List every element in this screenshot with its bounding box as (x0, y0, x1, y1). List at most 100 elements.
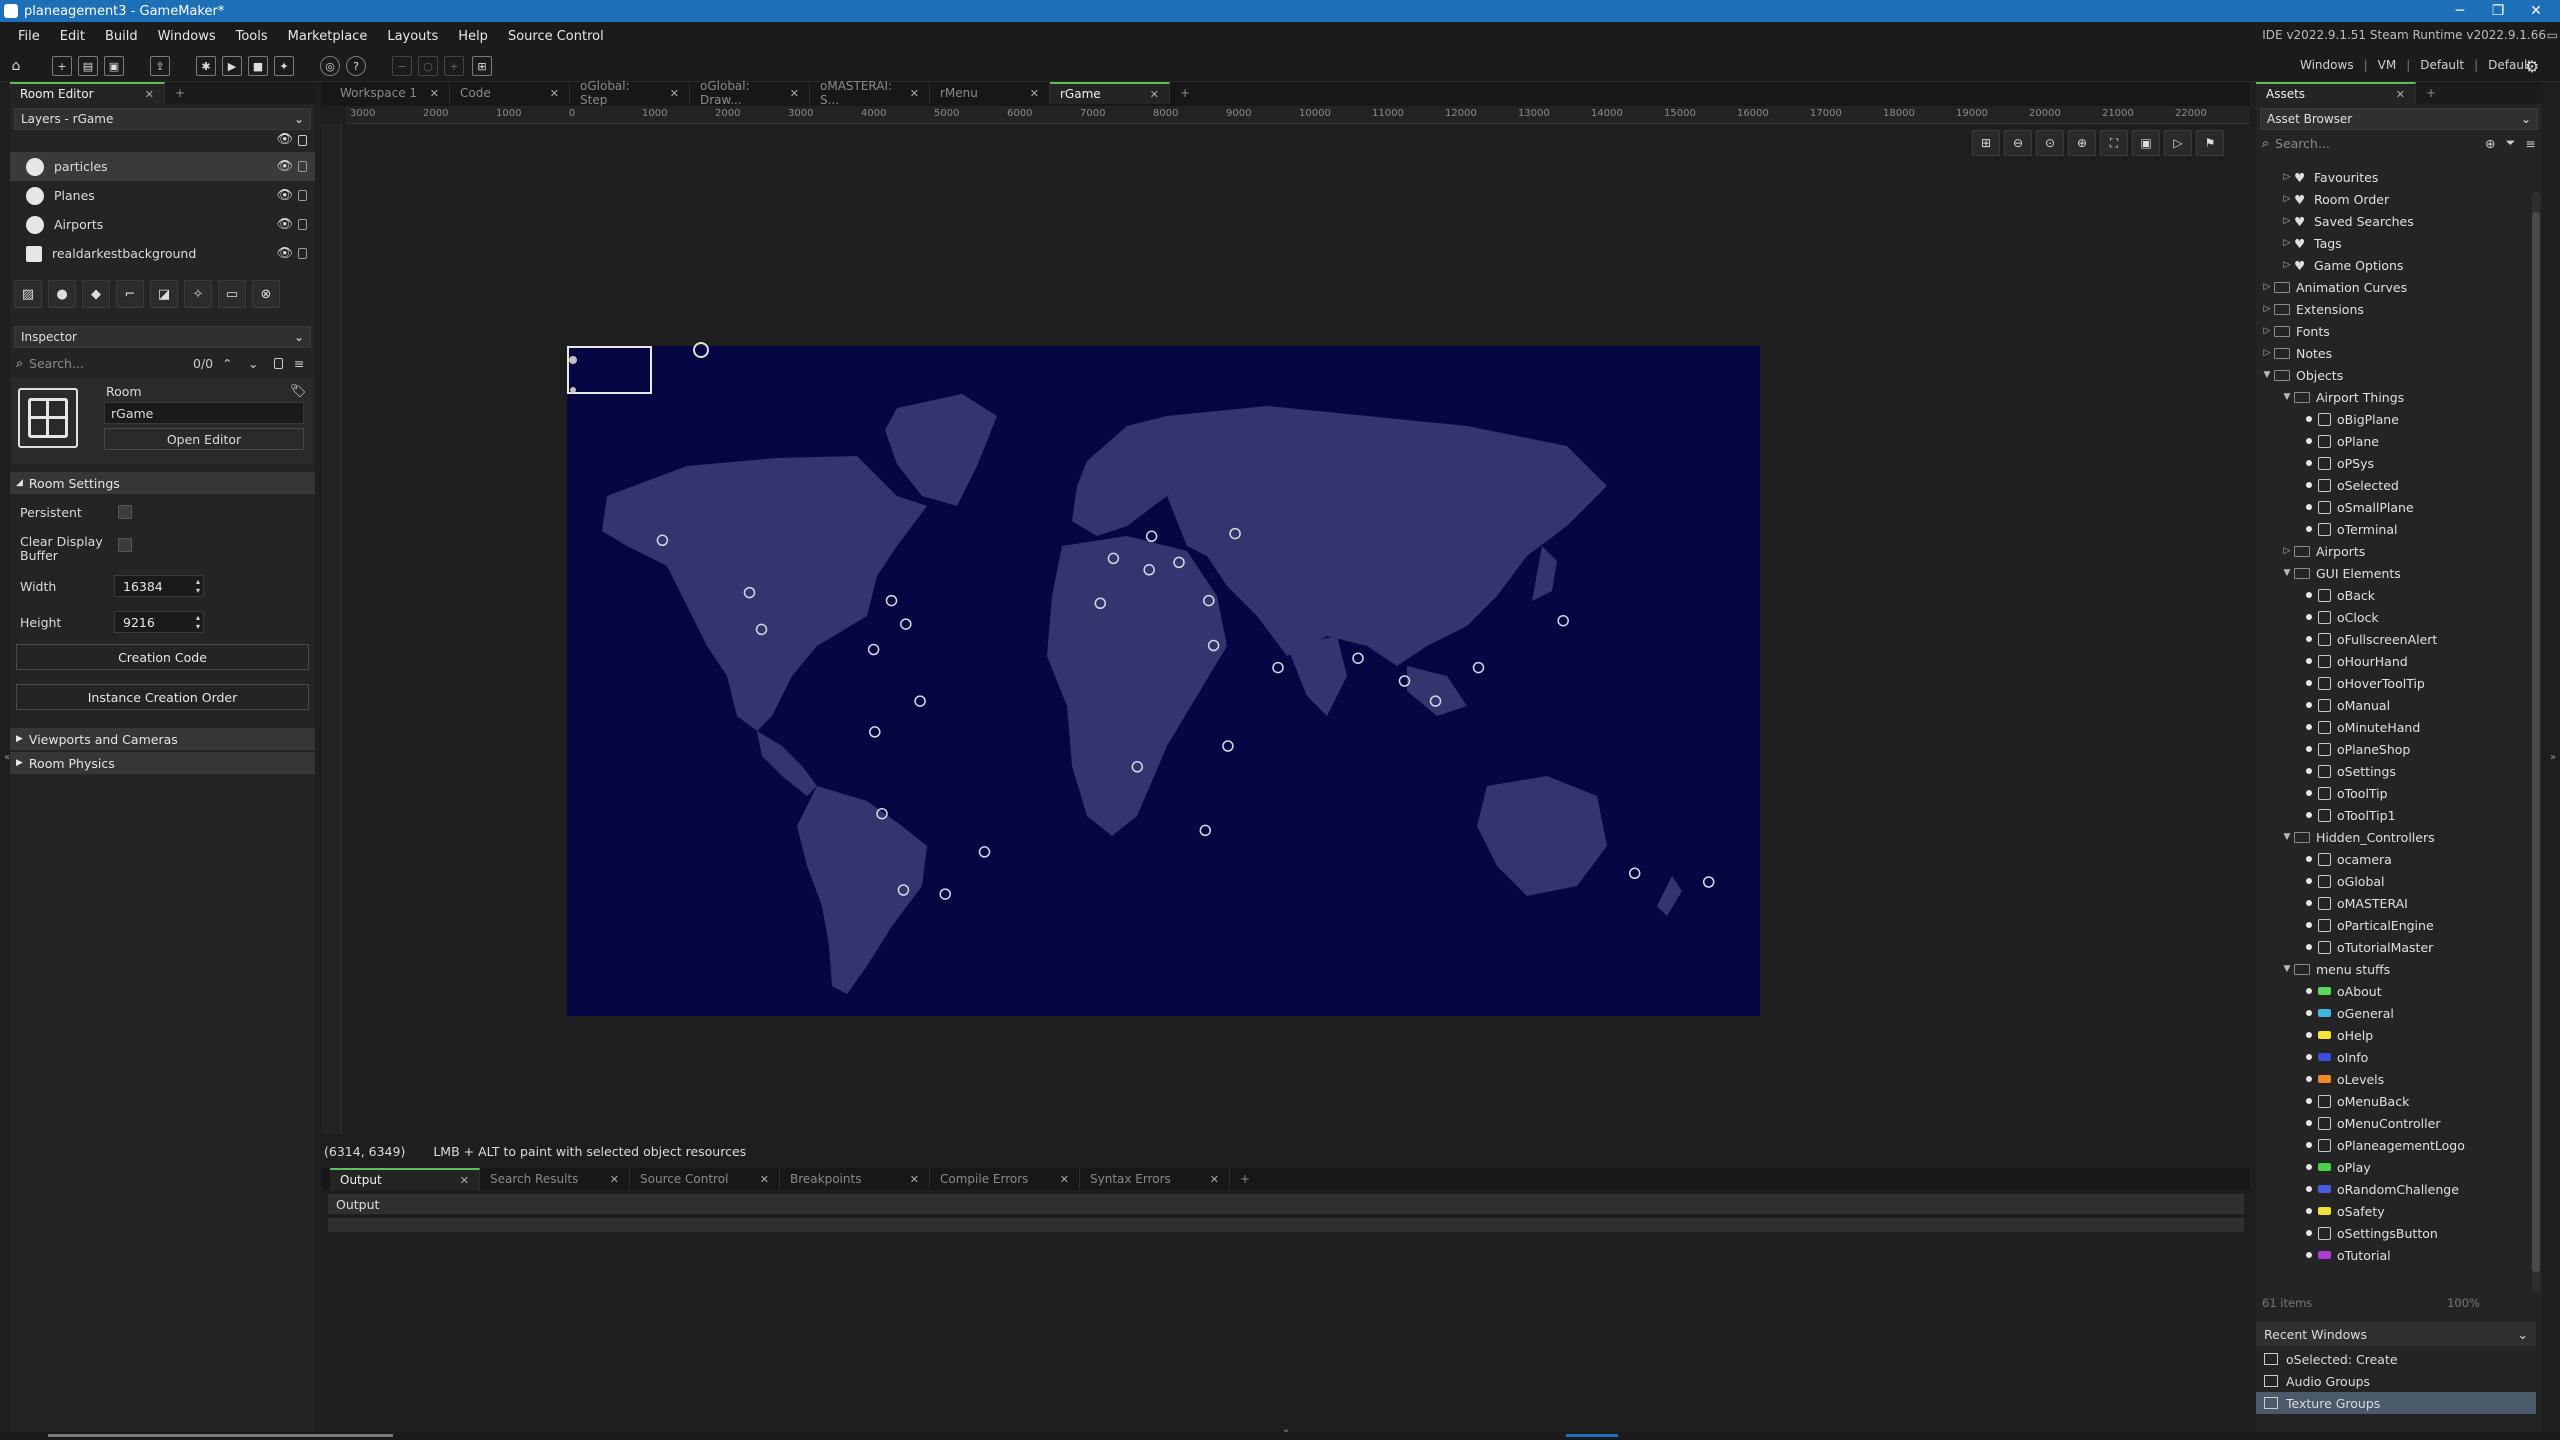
asset-object[interactable]: oPSys (2256, 452, 2536, 474)
asset-scrollbar-thumb[interactable] (2532, 212, 2540, 1272)
add-instance-layer-icon[interactable]: ● (48, 280, 76, 308)
tab-compile-errors[interactable]: Compile Errors ✕ (930, 1168, 1080, 1190)
tab-room-editor[interactable]: Room Editor ✕ (10, 82, 165, 104)
inspector-dropdown[interactable]: Inspector ⌄ (14, 326, 311, 348)
tab-search-results[interactable]: Search Results ✕ (480, 1168, 630, 1190)
asset-folder[interactable]: ▼ Airport Things (2256, 386, 2536, 408)
menu-layouts[interactable]: Layouts (377, 29, 448, 44)
menu-marketplace[interactable]: Marketplace (278, 29, 378, 44)
add-tab-icon[interactable]: + (165, 82, 195, 104)
airport-instance[interactable] (1145, 530, 1158, 543)
close-tab-icon[interactable]: ✕ (670, 87, 679, 100)
zoom-reset-icon[interactable]: ○ (418, 56, 438, 76)
airport-instance[interactable] (978, 846, 991, 858)
add-asset-icon[interactable]: ⊕ (2485, 136, 2495, 151)
lock-icon[interactable] (274, 358, 283, 369)
menu-file[interactable]: File (8, 29, 50, 44)
recent-window-item[interactable]: Texture Groups (2256, 1392, 2536, 1414)
airport-instance[interactable] (1472, 661, 1485, 674)
asset-folder[interactable]: ▼ Hidden_Controllers (2256, 826, 2536, 848)
close-tab-icon[interactable]: ✕ (1210, 1173, 1219, 1186)
airport-instance[interactable] (900, 618, 912, 630)
eye-icon[interactable]: 👁 (276, 159, 293, 174)
asset-folder[interactable]: ▷ ♥ Tags (2256, 232, 2536, 254)
debug-icon[interactable]: ✱ (196, 56, 216, 76)
close-tab-icon[interactable]: ✕ (2396, 88, 2405, 101)
close-tab-icon[interactable]: ✕ (610, 1173, 619, 1186)
height-stepper-icon[interactable]: ▴ ▾ (196, 613, 200, 631)
search-prev-icon[interactable]: ⌃ (222, 356, 232, 371)
play-room-icon[interactable]: ▷ (2164, 130, 2192, 156)
menu-windows[interactable]: Windows (148, 29, 226, 44)
tab-oglobal-step[interactable]: oGlobal: Step ✕ (570, 79, 690, 107)
menu-tools[interactable]: Tools (226, 29, 278, 44)
asset-folder[interactable]: ▼ Objects (2256, 364, 2536, 386)
airport-instance[interactable] (885, 594, 898, 607)
help-icon[interactable]: ? (346, 56, 366, 76)
airport-instance[interactable] (1222, 740, 1234, 752)
tab-assets[interactable]: Assets ✕ (2256, 82, 2416, 104)
package-icon[interactable]: ⇪ (150, 56, 170, 76)
minimize-icon[interactable]: ─ (2440, 0, 2480, 22)
instance-marker[interactable] (569, 356, 577, 364)
airport-instance[interactable] (1702, 876, 1715, 888)
close-tab-icon[interactable]: ✕ (910, 87, 919, 100)
airport-instance[interactable] (867, 643, 880, 656)
zoom-out-icon[interactable]: ⊖ (2004, 130, 2032, 156)
asset-object[interactable]: oMinuteHand (2256, 716, 2536, 738)
menu-source-control[interactable]: Source Control (498, 29, 614, 44)
clear-display-checkbox[interactable] (118, 538, 132, 552)
close-tab-icon[interactable]: ✕ (1030, 87, 1039, 100)
asset-object[interactable]: oSmallPlane (2256, 496, 2536, 518)
grid-toggle-icon[interactable]: ⊞ (1972, 130, 2000, 156)
asset-object[interactable]: oFullscreenAlert (2256, 628, 2536, 650)
asset-object[interactable]: oTerminal (2256, 518, 2536, 540)
lock-icon[interactable] (298, 248, 307, 259)
asset-object[interactable]: oPlaneagementLogo (2256, 1134, 2536, 1156)
tab-omasterai-s[interactable]: oMASTERAI: S... ✕ (810, 79, 930, 107)
home-icon[interactable]: ⌂ (6, 56, 26, 76)
add-path-layer-icon[interactable]: ⌐ (116, 280, 144, 308)
collapse-left-icon[interactable]: « (4, 752, 10, 763)
width-stepper-icon[interactable]: ▴ ▾ (196, 577, 200, 595)
close-tab-icon[interactable]: ✕ (550, 87, 559, 100)
eye-icon[interactable]: 👁 (276, 188, 293, 203)
height-input[interactable]: 9216 (114, 611, 204, 633)
open-project-icon[interactable]: ▤ (78, 56, 98, 76)
tab-rmenu[interactable]: rMenu ✕ (930, 82, 1050, 104)
camera-viewport-rect[interactable] (567, 346, 652, 394)
expanded-icon[interactable]: ▼ (2280, 964, 2294, 974)
menu-build[interactable]: Build (95, 29, 148, 44)
lock-icon[interactable] (298, 161, 307, 172)
collapsed-icon[interactable]: ▷ (2280, 238, 2294, 248)
open-editor-button[interactable]: Open Editor (104, 428, 304, 450)
tab-breakpoints[interactable]: Breakpoints ✕ (780, 1168, 930, 1190)
tab-workspace-1[interactable]: Workspace 1 ✕ (330, 82, 450, 104)
asset-object[interactable]: oTutorialMaster (2256, 936, 2536, 958)
airport-instance[interactable] (939, 888, 951, 900)
asset-search-input[interactable]: Search... (2275, 136, 2330, 151)
add-tab-icon[interactable]: + (2416, 82, 2446, 104)
asset-object[interactable]: oTutorial (2256, 1244, 2536, 1266)
asset-object[interactable]: oInfo (2256, 1046, 2536, 1068)
zoom-out-icon[interactable]: − (392, 56, 412, 76)
recent-window-item[interactable]: oSelected: Create (2256, 1348, 2536, 1370)
expanded-icon[interactable]: ▼ (2280, 832, 2294, 842)
close-tab-icon[interactable]: ✕ (430, 87, 439, 100)
asset-object[interactable]: oBigPlane (2256, 408, 2536, 430)
flag-icon[interactable]: ⚑ (2196, 130, 2224, 156)
asset-object[interactable]: oToolTip (2256, 782, 2536, 804)
asset-object[interactable]: oGlobal (2256, 870, 2536, 892)
close-tab-icon[interactable]: ✕ (145, 88, 154, 101)
eye-icon[interactable]: 👁 (276, 132, 293, 147)
chat-icon[interactable]: ▭ (2547, 28, 2558, 42)
persistent-checkbox[interactable] (118, 505, 132, 519)
asset-object[interactable]: oGeneral (2256, 1002, 2536, 1024)
asset-folder[interactable]: ▷ Airports (2256, 540, 2536, 562)
target-runtime[interactable]: VM (2378, 58, 2397, 72)
airport-instance[interactable] (1199, 824, 1212, 837)
tab-rgame[interactable]: rGame ✕ (1050, 82, 1170, 104)
collapsed-icon[interactable]: ▷ (2280, 546, 2294, 556)
new-project-icon[interactable]: + (52, 56, 72, 76)
asset-browser-dropdown[interactable]: Asset Browser ⌄ (2260, 108, 2538, 130)
